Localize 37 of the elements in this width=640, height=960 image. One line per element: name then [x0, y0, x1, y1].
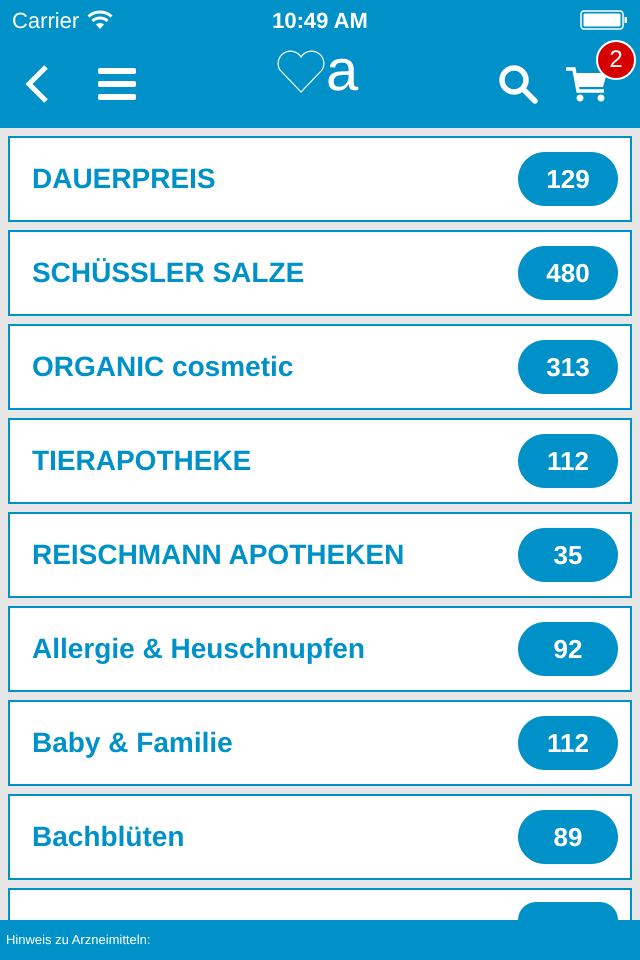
menu-icon — [98, 67, 138, 101]
count-badge: 480 — [518, 246, 618, 300]
category-name: Baby & Familie — [32, 726, 233, 760]
battery-icon — [580, 10, 628, 30]
count-badge: 313 — [518, 340, 618, 394]
category-row[interactable]: Bachblüten 89 — [8, 794, 632, 880]
footer-note: Hinweis zu Arzneimitteln: — [6, 931, 150, 950]
logo-letter: a — [326, 42, 358, 100]
heart-icon — [276, 50, 326, 94]
count-badge: 112 — [518, 716, 618, 770]
category-row[interactable]: REISCHMANN APOTHEKEN 35 — [8, 512, 632, 598]
clock: 10:49 AM — [272, 6, 368, 34]
category-name: ORGANIC cosmetic — [32, 350, 294, 384]
search-icon — [497, 63, 539, 105]
category-row[interactable]: SCHÜSSLER SALZE 480 — [8, 230, 632, 316]
category-row[interactable]: Allergie & Heuschnupfen 92 — [8, 606, 632, 692]
count-badge: 129 — [518, 152, 618, 206]
count-badge: 89 — [518, 810, 618, 864]
cart-icon — [566, 65, 608, 103]
count-badge: 92 — [518, 622, 618, 676]
category-row[interactable]: DAUERPREIS 129 — [8, 136, 632, 222]
count-badge: 112 — [518, 434, 618, 488]
category-name: DAUERPREIS — [32, 162, 216, 196]
category-row[interactable] — [8, 888, 632, 920]
category-name: REISCHMANN APOTHEKEN — [32, 538, 404, 572]
category-name: Allergie & Heuschnupfen — [32, 632, 365, 666]
category-name: TIERAPOTHEKE — [32, 444, 252, 478]
category-row[interactable]: TIERAPOTHEKE 112 — [8, 418, 632, 504]
category-row[interactable]: Baby & Familie 112 — [8, 700, 632, 786]
wifi-icon — [87, 10, 114, 30]
carrier-label: Carrier — [12, 6, 80, 34]
category-name: SCHÜSSLER SALZE — [32, 256, 304, 290]
count-badge: 35 — [518, 528, 618, 582]
category-row[interactable]: ORGANIC cosmetic 313 — [8, 324, 632, 410]
cart-count-badge: 2 — [596, 40, 636, 80]
back-icon — [24, 64, 50, 104]
category-name: Bachblüten — [32, 820, 184, 854]
